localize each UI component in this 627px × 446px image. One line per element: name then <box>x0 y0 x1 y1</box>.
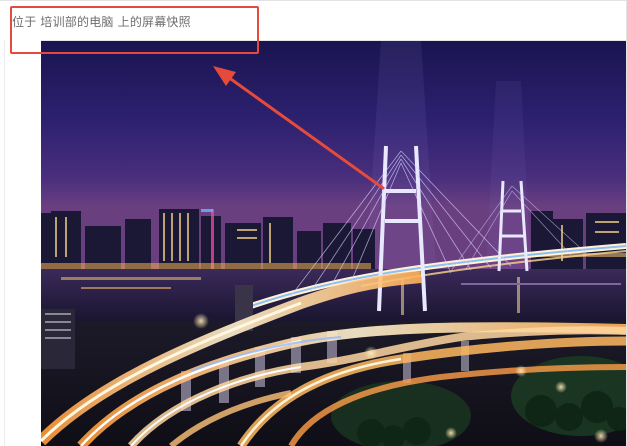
screenshot-viewer-window: 位于 培训部的电脑 上的屏幕快照 <box>0 0 627 446</box>
red-arrow-annotation <box>213 66 385 190</box>
